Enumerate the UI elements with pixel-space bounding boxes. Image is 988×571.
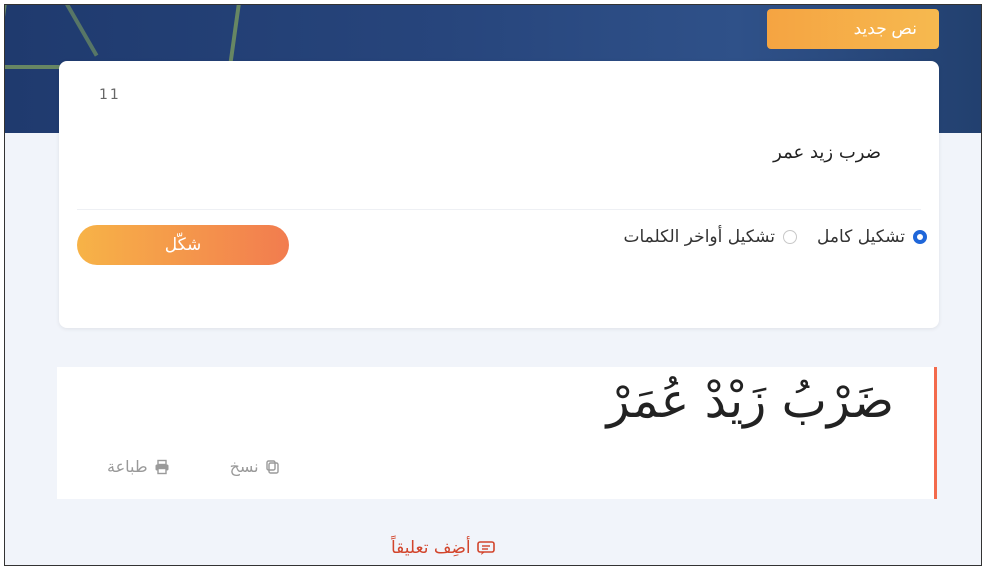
copy-button[interactable]: نسخ [230,457,281,476]
result-actions: نسخ طباعة [107,457,281,476]
comment-icon [476,540,495,555]
print-label: طباعة [107,457,148,476]
option-full-diacritics-label: تشكيل كامل [817,227,905,247]
input-card: 11 تشكيل كامل تشكيل أواخر الكلمات شكّل [59,61,939,328]
option-word-endings[interactable]: تشكيل أواخر الكلمات [623,227,798,247]
app-frame: نص جديد 11 تشكيل كامل تشكيل أواخر الكلما… [4,4,982,566]
add-comment-link[interactable]: أضِف تعليقاً [391,538,495,558]
print-button[interactable]: طباعة [107,457,170,476]
option-word-endings-label: تشكيل أواخر الكلمات [623,227,776,247]
new-text-button[interactable]: نص جديد [767,9,939,49]
add-comment-label: أضِف تعليقاً [391,538,471,558]
char-counter: 11 [99,87,121,103]
text-input[interactable] [79,131,883,173]
divider [77,209,921,210]
radio-full-diacritics[interactable] [913,230,927,244]
radio-word-endings[interactable] [783,230,798,244]
printer-icon [155,459,169,474]
result-text: ضَرْبُ زَيْدْ عُمَرْ [606,373,894,429]
result-card: ضَرْبُ زَيْدْ عُمَرْ نسخ طباعة [57,367,937,499]
shakl-button[interactable]: شكّل [77,225,289,265]
diacritics-options: تشكيل كامل تشكيل أواخر الكلمات [623,227,927,247]
option-full-diacritics[interactable]: تشكيل كامل [817,227,927,247]
copy-label: نسخ [229,457,259,476]
copy-icon [265,459,279,474]
